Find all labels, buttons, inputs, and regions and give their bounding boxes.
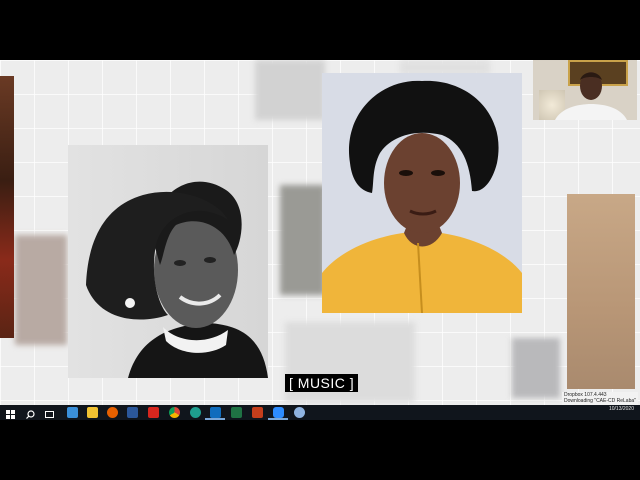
portrait-color <box>322 73 522 313</box>
dropbox-notification[interactable]: Dropbox 107.4.443 Downloading "CAE-CD Re… <box>562 392 638 405</box>
webcam-view <box>533 60 637 120</box>
word-icon[interactable] <box>127 407 138 418</box>
acrobat-icon[interactable] <box>148 407 159 418</box>
notification-status: Downloading "CAE-CD ReLaba" <box>564 398 636 404</box>
chrome-icon[interactable] <box>169 407 180 418</box>
file-explorer-icon[interactable] <box>87 407 98 418</box>
blurred-photo-tile <box>280 185 325 295</box>
photo-left-edge <box>0 76 14 338</box>
outlook-icon[interactable] <box>210 407 221 418</box>
blurred-photo-tile <box>512 338 560 398</box>
excel-icon[interactable] <box>231 407 242 418</box>
photo-right-partial <box>567 194 635 389</box>
edge-icon[interactable] <box>67 407 78 418</box>
start-icon[interactable] <box>5 407 16 419</box>
clock-date: 10/13/2020 <box>608 406 634 412</box>
active-app-indicator <box>205 418 225 420</box>
active-app-indicator <box>268 418 288 420</box>
zoom-icon[interactable] <box>273 407 284 418</box>
webcam-person <box>555 72 627 120</box>
windows-taskbar <box>0 405 640 420</box>
portrait-bw <box>68 145 268 378</box>
portrait-bw-drawing <box>86 181 268 378</box>
blurred-photo-tile <box>255 60 325 120</box>
blurred-photo-tile <box>15 235 67 345</box>
portrait-color-drawing <box>322 80 522 313</box>
firefox-icon[interactable] <box>107 407 118 418</box>
task-view-icon[interactable] <box>44 407 55 418</box>
paint-icon[interactable] <box>294 407 305 418</box>
music-caption: [ MUSIC ] <box>285 374 359 392</box>
search-icon[interactable] <box>25 407 36 419</box>
system-clock[interactable]: 10/13/2020 <box>609 406 634 412</box>
powerpoint-icon[interactable] <box>252 407 263 418</box>
app-icon[interactable] <box>190 407 201 418</box>
